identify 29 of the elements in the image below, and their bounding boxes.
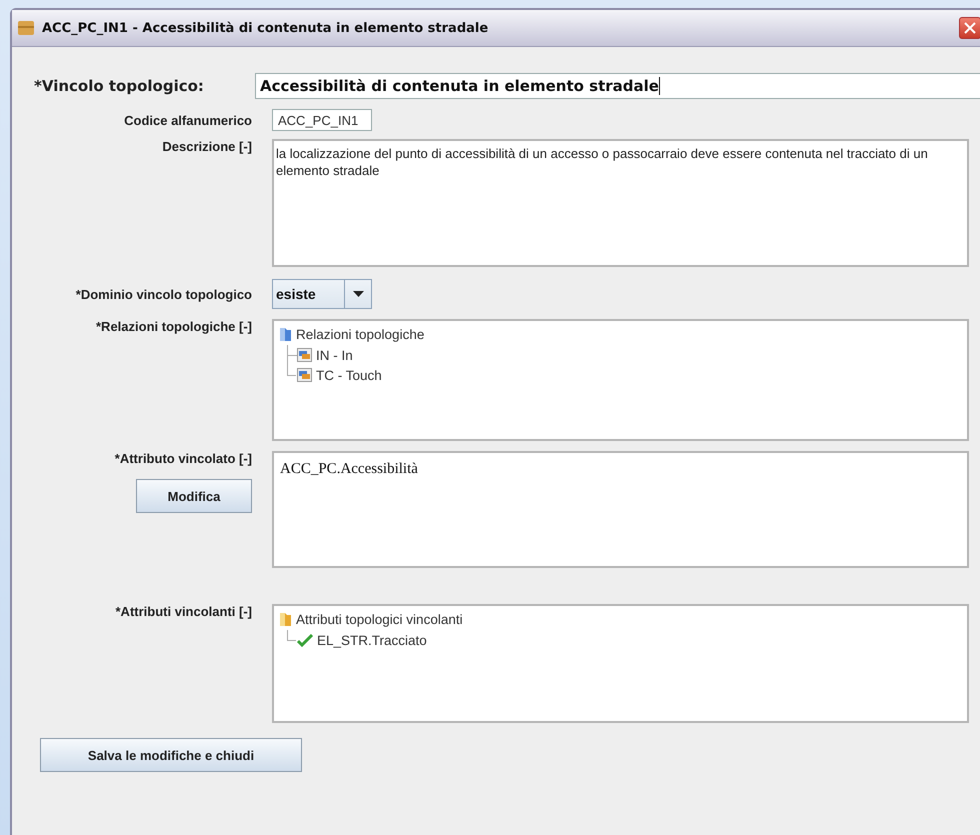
tree-item[interactable]: Attributi topologici vincolanti	[278, 609, 463, 629]
tree-item[interactable]: IN - In	[297, 345, 353, 365]
close-icon	[964, 22, 976, 34]
field-label: Descrizione [-]	[161, 139, 253, 154]
input-field[interactable]: Accessibilità di contenuta in elemento stradale	[255, 73, 980, 99]
close-button[interactable]	[959, 17, 980, 39]
field-label: *Attributi vincolanti [-]	[114, 604, 253, 619]
tree-item[interactable]: EL_STR.Tracciato	[297, 630, 427, 650]
text-area[interactable]: ACC_PC.Accessibilità	[272, 451, 969, 568]
field-label: Codice alfanumerico	[123, 112, 253, 128]
save-close-button[interactable]: Salva le modifiche e chiudi	[40, 738, 302, 772]
text-area[interactable]: la localizzazione del punto di accessibilità di un accesso o passocarraio deve essere contenuta nel tracciato di un elemento stradale	[272, 139, 969, 267]
input-field[interactable]: ACC_PC_IN1	[272, 109, 372, 131]
relation-icon	[297, 368, 312, 382]
tree-item[interactable]: Relazioni topologiche	[278, 324, 424, 344]
folder-icon	[278, 611, 292, 627]
checkmark-icon	[297, 634, 313, 646]
edit-button[interactable]: Modifica	[136, 479, 252, 513]
field-label: *Attributo vincolato [-]	[114, 451, 252, 466]
field-label: *Relazioni topologiche [-]	[95, 319, 253, 334]
folder-icon	[278, 326, 292, 342]
field-label: *Vincolo topologico:	[33, 77, 205, 95]
tree-item[interactable]: TC - Touch	[297, 365, 382, 385]
window-title: ACC_PC_IN1 - Accessibilità di contenuta in elemento stradale	[42, 20, 488, 36]
dropdown[interactable]: esiste	[272, 279, 372, 309]
field-label: *Dominio vincolo topologico	[74, 286, 253, 302]
window-icon	[18, 21, 34, 35]
caret-icon	[352, 291, 364, 297]
relation-icon	[297, 348, 312, 362]
